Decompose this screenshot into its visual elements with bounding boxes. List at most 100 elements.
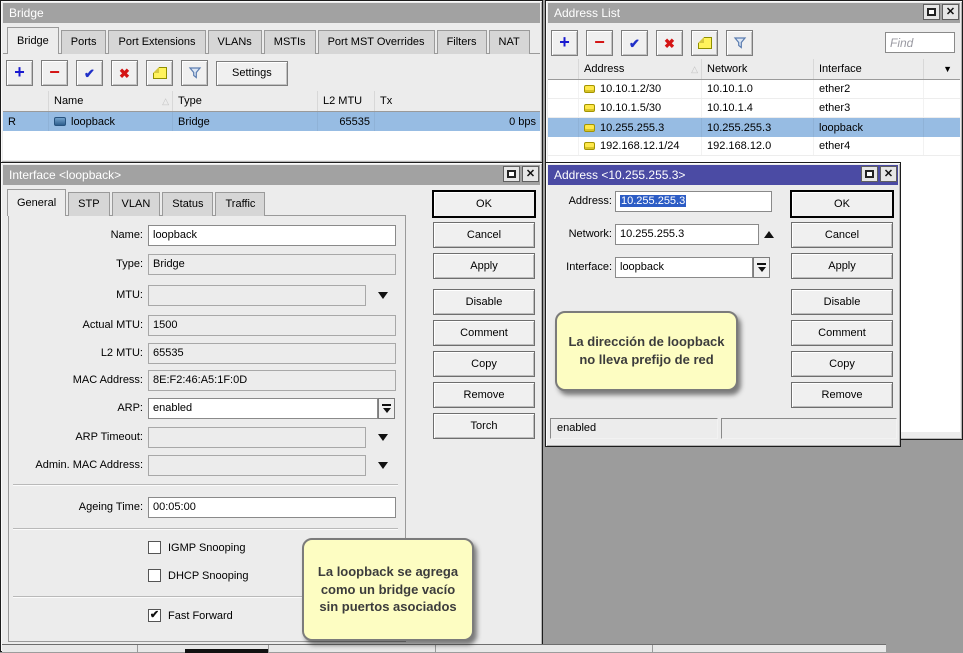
column-flags[interactable] — [3, 91, 49, 111]
filter-button[interactable] — [726, 30, 753, 56]
disable-button[interactable]: ✖ — [111, 60, 138, 86]
sort-asc-icon: △ — [691, 59, 698, 79]
add-button[interactable]: + — [6, 60, 33, 86]
mac-address-field: 8E:F2:46:A5:1F:0D — [148, 370, 396, 391]
column-interface[interactable]: Interface — [814, 59, 924, 79]
fast-forward-checkbox[interactable]: ✔ — [148, 609, 161, 622]
filter-button[interactable] — [181, 60, 208, 86]
remove-button[interactable]: Remove — [791, 382, 893, 408]
interface-dialog-titlebar[interactable]: Interface <loopback> — [3, 165, 540, 185]
remove-button[interactable]: Remove — [433, 382, 535, 408]
sort-asc-icon: △ — [162, 91, 169, 111]
column-network[interactable]: Network — [702, 59, 814, 79]
arp-field[interactable]: enabled — [148, 398, 378, 419]
table-row[interactable]: 192.168.12.1/24 192.168.12.0 ether4 — [548, 137, 960, 156]
maximize-button[interactable] — [503, 166, 520, 182]
table-row[interactable]: R loopback Bridge 65535 0 bps — [3, 112, 540, 131]
column-chooser[interactable]: ▼ — [924, 59, 960, 79]
address-list-titlebar[interactable]: Address List — [548, 3, 960, 23]
enable-button[interactable]: ✔ — [621, 30, 648, 56]
row-flags — [548, 118, 579, 137]
tab-vlans[interactable]: VLANs — [208, 30, 262, 54]
maximize-icon — [927, 8, 936, 16]
column-address[interactable]: Address△ — [579, 59, 702, 79]
ok-button[interactable]: OK — [791, 191, 893, 217]
address-field[interactable]: 10.255.255.3 — [615, 191, 772, 212]
remove-button[interactable]: − — [586, 30, 613, 56]
row-network: 10.255.255.3 — [702, 118, 814, 137]
maximize-button[interactable] — [923, 4, 940, 20]
mtu-field[interactable] — [148, 285, 366, 306]
tab-ports[interactable]: Ports — [61, 30, 107, 54]
cancel-button[interactable]: Cancel — [433, 222, 535, 248]
status-cell — [721, 418, 897, 439]
network-up-arrow-icon[interactable] — [764, 231, 774, 238]
dhcp-snooping-checkbox[interactable] — [148, 569, 161, 582]
close-button[interactable]: ✕ — [522, 166, 539, 182]
enable-button[interactable]: ✔ — [76, 60, 103, 86]
table-row[interactable]: 10.255.255.3 10.255.255.3 loopback — [548, 118, 960, 137]
table-row[interactable]: 10.10.1.2/30 10.10.1.0 ether2 — [548, 80, 960, 99]
name-field[interactable]: loopback — [148, 225, 396, 246]
close-button[interactable]: ✕ — [880, 166, 897, 182]
igmp-snooping-checkbox[interactable] — [148, 541, 161, 554]
row-address: 10.255.255.3 — [579, 118, 702, 137]
settings-button[interactable]: Settings — [216, 61, 288, 86]
tab-mstis[interactable]: MSTIs — [264, 30, 316, 54]
cancel-button[interactable]: Cancel — [791, 222, 893, 248]
disable-button[interactable]: Disable — [433, 289, 535, 315]
tab-vlan[interactable]: VLAN — [112, 192, 161, 216]
copy-button[interactable]: Copy — [433, 351, 535, 377]
tab-general[interactable]: General — [7, 189, 66, 216]
column-l2mtu[interactable]: L2 MTU — [318, 91, 375, 111]
disable-button[interactable]: ✖ — [656, 30, 683, 56]
l2-mtu-label: L2 MTU: — [1, 343, 143, 364]
tab-port-extensions[interactable]: Port Extensions — [108, 30, 205, 54]
arp-timeout-field[interactable] — [148, 427, 366, 448]
tab-nat[interactable]: NAT — [489, 30, 530, 54]
address-dialog-titlebar[interactable]: Address <10.255.255.3> — [548, 165, 898, 185]
table-row[interactable]: 10.10.1.5/30 10.10.1.4 ether3 — [548, 99, 960, 118]
interface-combo-button[interactable] — [753, 257, 770, 278]
close-button[interactable]: ✕ — [942, 4, 959, 20]
copy-button[interactable]: Copy — [791, 351, 893, 377]
comment-button[interactable]: Comment — [791, 320, 893, 346]
admin-mac-field[interactable] — [148, 455, 366, 476]
torch-button[interactable]: Torch — [433, 413, 535, 439]
bridge-window-titlebar[interactable]: Bridge — [3, 3, 540, 23]
interface-field[interactable]: loopback — [615, 257, 753, 278]
close-icon: ✕ — [526, 169, 535, 180]
apply-button[interactable]: Apply — [791, 253, 893, 279]
tab-stp[interactable]: STP — [68, 192, 109, 216]
address-dialog-title: Address <10.255.255.3> — [554, 168, 685, 182]
tab-status[interactable]: Status — [162, 192, 213, 216]
add-button[interactable]: + — [551, 30, 578, 56]
network-field[interactable]: 10.255.255.3 — [615, 224, 759, 245]
status-cell: enabled — [550, 418, 718, 439]
mtu-label: MTU: — [1, 285, 143, 306]
admin-mac-dropdown-icon[interactable] — [378, 462, 388, 469]
tab-bridge[interactable]: Bridge — [7, 27, 59, 54]
tab-filters[interactable]: Filters — [437, 30, 487, 54]
comment-button[interactable]: Comment — [433, 320, 535, 346]
comment-button[interactable] — [691, 30, 718, 56]
column-name[interactable]: Name△ — [49, 91, 173, 111]
tab-port-mst-overrides[interactable]: Port MST Overrides — [318, 30, 435, 54]
apply-button[interactable]: Apply — [433, 253, 535, 279]
column-type[interactable]: Type — [173, 91, 318, 111]
remove-button[interactable]: − — [41, 60, 68, 86]
maximize-button[interactable] — [861, 166, 878, 182]
disable-button[interactable]: Disable — [791, 289, 893, 315]
tab-traffic[interactable]: Traffic — [215, 192, 265, 216]
arp-combo-button[interactable] — [378, 398, 395, 419]
column-flags[interactable] — [548, 59, 579, 79]
comment-button[interactable] — [146, 60, 173, 86]
column-tx[interactable]: Tx — [375, 91, 540, 111]
arp-timeout-dropdown-icon[interactable] — [378, 434, 388, 441]
find-input[interactable] — [885, 32, 955, 53]
mtu-dropdown-icon[interactable] — [378, 292, 388, 299]
ageing-time-field[interactable]: 00:05:00 — [148, 497, 396, 518]
row-tx: 0 bps — [375, 112, 540, 131]
igmp-snooping-label: IGMP Snooping — [168, 541, 245, 555]
interface-tabbar: General STP VLAN Status Traffic — [4, 189, 539, 216]
